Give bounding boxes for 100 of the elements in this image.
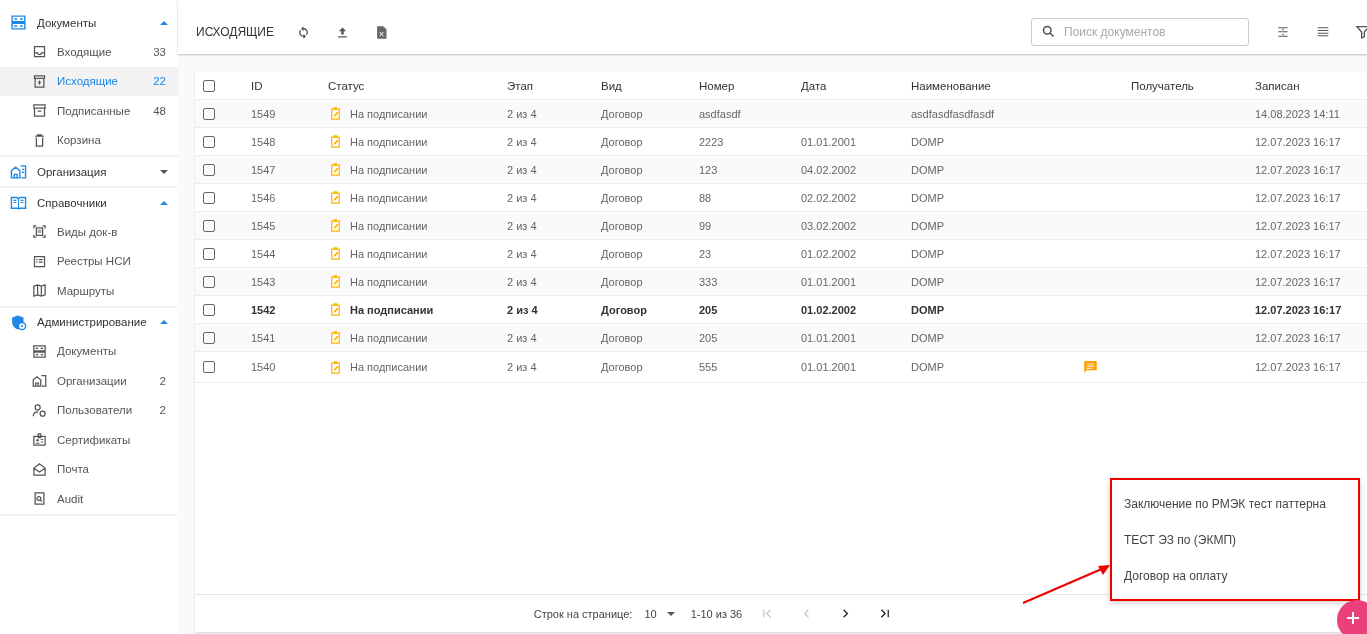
- book-icon: [10, 194, 27, 211]
- document-search-icon: [32, 491, 47, 507]
- table-cell-text: 01.02.2002: [801, 303, 858, 316]
- row-checkbox[interactable]: [203, 331, 215, 344]
- column-header[interactable]: Получатель: [1131, 79, 1255, 92]
- table-cell-text: 1545: [251, 219, 277, 232]
- certificate-icon: [32, 432, 47, 448]
- table-cell-text: 01.01.2001: [801, 135, 858, 148]
- item-label: Реестры НСИ: [57, 255, 132, 268]
- status-text: На подписании: [350, 219, 428, 232]
- select-all-checkbox[interactable]: [203, 79, 215, 92]
- row-checkbox[interactable]: [203, 163, 215, 176]
- item-label: Audit: [57, 492, 85, 505]
- table-cell-text: Договор: [601, 331, 644, 344]
- table-cell-text: 2 из 4: [507, 303, 539, 316]
- caret-icon[interactable]: [160, 320, 168, 324]
- row-checkbox[interactable]: [203, 303, 215, 316]
- group-label: Документы: [37, 16, 98, 29]
- caret-icon[interactable]: [160, 169, 168, 174]
- table-cell-text: Договор: [601, 275, 644, 288]
- table-cell-text: 205: [699, 331, 719, 344]
- group-label: Справочники: [37, 196, 108, 209]
- building-icon: [10, 163, 27, 180]
- sidebar-item[interactable]: Реестры НСИ: [0, 246, 178, 276]
- table-cell-text: 12.07.2023 16:17: [1255, 275, 1342, 288]
- menu-item[interactable]: ТЕСТ ЭЗ по (ЭКМП): [1112, 521, 1358, 558]
- table-cell-text: 01.02.2002: [801, 247, 858, 260]
- column-header[interactable]: Этап: [507, 79, 601, 92]
- table-cell-text: 1546: [251, 191, 277, 204]
- status-text: На подписании: [350, 303, 434, 316]
- row-checkbox[interactable]: [203, 135, 215, 148]
- sidebar-group[interactable]: Организация: [0, 157, 178, 186]
- sidebar-item[interactable]: Маршруты: [0, 276, 178, 306]
- column-header[interactable]: Записан: [1255, 79, 1367, 92]
- table-cell-text: 2 из 4: [507, 163, 538, 176]
- table-cell-text: 12.07.2023 16:17: [1255, 191, 1342, 204]
- sidebar-item[interactable]: Входящие 33: [0, 37, 178, 67]
- rows-per-page-select[interactable]: 10: [644, 607, 675, 620]
- table-cell-text: 12.07.2023 16:17: [1255, 247, 1342, 260]
- table-cell-text: Договор: [601, 107, 644, 120]
- clipboard-pencil-icon: [328, 330, 343, 345]
- search-field[interactable]: Поиск документов: [1031, 18, 1249, 46]
- sidebar-item[interactable]: Организации 2: [0, 366, 178, 396]
- item-label: Подписанные: [57, 104, 132, 117]
- column-header[interactable]: Статус: [328, 79, 507, 92]
- column-header[interactable]: Наименование: [911, 79, 1083, 92]
- table-cell-text: 2 из 4: [507, 191, 538, 204]
- table-cell-text: 12.07.2023 16:17: [1255, 219, 1342, 232]
- table-cell-text: 2 из 4: [507, 331, 538, 344]
- menu-item[interactable]: Договор на оплату: [1112, 557, 1358, 594]
- column-header[interactable]: Вид: [601, 79, 699, 92]
- status-text: На подписании: [350, 107, 428, 120]
- sidebar-item[interactable]: Audit: [0, 484, 178, 514]
- sidebar-item[interactable]: Сертификаты: [0, 425, 178, 455]
- clipboard-pencil-icon: [328, 190, 343, 205]
- table-cell-text: Договор: [601, 247, 644, 260]
- table-cell-text: Договор: [601, 361, 644, 373]
- menu-item[interactable]: Заключение по РМЭК тест паттерна: [1112, 485, 1358, 522]
- table-cell-text: Договор: [601, 163, 644, 176]
- column-header[interactable]: Дата: [801, 79, 911, 92]
- item-label: Исходящие: [57, 75, 119, 88]
- sidebar-item[interactable]: Корзина: [0, 125, 178, 155]
- item-label: Документы: [57, 345, 118, 358]
- row-checkbox[interactable]: [203, 219, 215, 232]
- sidebar-group[interactable]: Справочники: [0, 188, 178, 217]
- row-checkbox[interactable]: [203, 247, 215, 260]
- row-checkbox[interactable]: [203, 107, 215, 120]
- trash-icon: [32, 132, 47, 148]
- table-cell-text: 205: [699, 303, 719, 316]
- table-cell-text: 2 из 4: [507, 247, 538, 260]
- sidebar-group[interactable]: Документы: [0, 8, 178, 37]
- page-range: 1-10 из 36: [690, 607, 743, 620]
- column-header[interactable]: Номер: [699, 79, 801, 92]
- row-checkbox[interactable]: [203, 275, 215, 288]
- list-box-icon: [32, 253, 47, 269]
- table-cell-text: 2 из 4: [507, 107, 538, 120]
- table-cell-text: 1547: [251, 163, 277, 176]
- table-cell-text: 88: [699, 191, 713, 204]
- table-cell-text: DOMP: [911, 331, 945, 344]
- sidebar-item[interactable]: Подписанные 48: [0, 96, 178, 126]
- sidebar-item[interactable]: Документы: [0, 336, 178, 366]
- sidebar-item[interactable]: Пользователи 2: [0, 395, 178, 425]
- sidebar-group[interactable]: Администрирование: [0, 307, 178, 337]
- sidebar-item[interactable]: Виды док-в: [0, 217, 178, 247]
- caret-icon[interactable]: [160, 20, 168, 25]
- table-cell-text: 1540: [251, 361, 277, 373]
- table-cell-text: DOMP: [911, 361, 945, 373]
- row-checkbox[interactable]: [203, 191, 215, 204]
- caret-icon[interactable]: [160, 200, 168, 205]
- table-cell-text: asdfasdf: [699, 107, 742, 120]
- sidebar-item[interactable]: Почта: [0, 454, 178, 484]
- item-label: Корзина: [57, 134, 102, 147]
- status-text: На подписании: [350, 247, 428, 260]
- status-text: На подписании: [350, 135, 428, 148]
- table-cell-text: 01.01.2001: [801, 275, 858, 288]
- column-header[interactable]: ID: [251, 79, 328, 92]
- table-cell-text: 12.07.2023 16:17: [1255, 135, 1342, 148]
- row-checkbox[interactable]: [203, 361, 215, 373]
- item-count: 2: [159, 404, 166, 417]
- table-cell-text: 123: [699, 163, 719, 176]
